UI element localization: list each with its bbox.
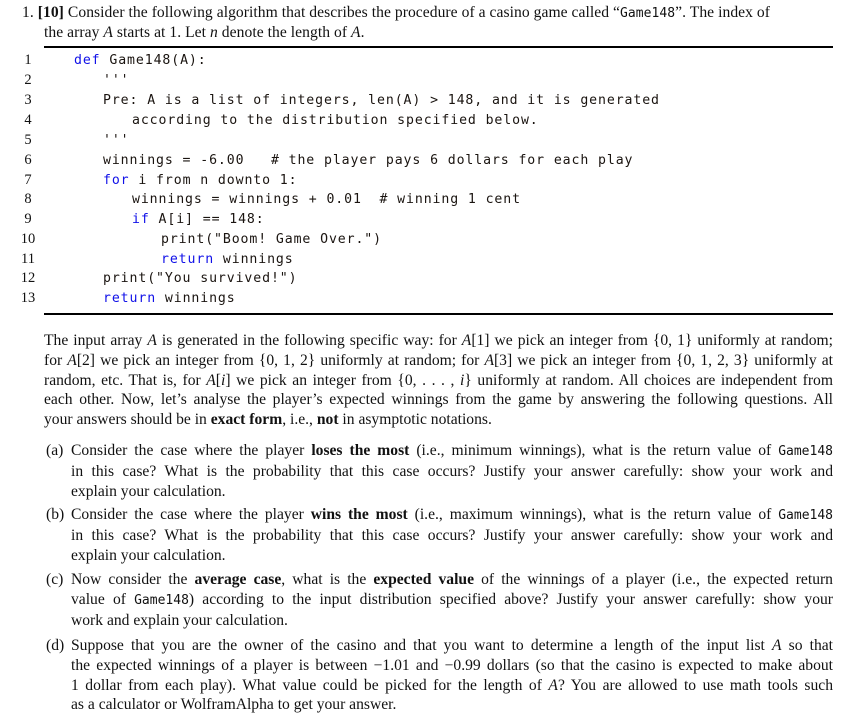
description-line: each other. Now, let’s analyse the playe… <box>44 391 833 409</box>
code-text: ''' <box>103 133 130 148</box>
code-text: winnings = -6.00 # the player pays 6 dol… <box>103 153 634 168</box>
sub-question-line: as a calculator or WolframAlpha to get y… <box>71 696 397 714</box>
code-line: return winnings <box>161 252 294 267</box>
sub-question-text: Now consider the average case, what is t… <box>71 570 833 630</box>
description-line: your answers should be in exact form, i.… <box>44 411 492 429</box>
code-text: according to the distribution specified … <box>132 113 539 128</box>
sub-question-line: work and explain your calculation. <box>71 611 288 629</box>
sub-question-text: Suppose that you are the owner of the ca… <box>71 636 833 715</box>
code-line: return winnings <box>103 291 236 306</box>
code-line-number: 10 <box>20 231 36 247</box>
sub-question-line: in this case? What is the probability th… <box>71 462 833 480</box>
code-keyword: for <box>103 173 130 188</box>
sub-question-line: Consider the case where the player wins … <box>71 506 834 523</box>
sub-question-label: (a) <box>46 442 64 459</box>
code-line: Pre: A is a list of integers, len(A) > 1… <box>103 93 660 108</box>
code-line: ''' <box>103 133 130 148</box>
code-line: def Game148(A): <box>74 53 207 68</box>
sub-question-label: (c) <box>46 571 64 588</box>
code-line: if A[i] == 148: <box>132 212 265 227</box>
code-line: ''' <box>103 73 130 88</box>
code-line-number: 6 <box>24 152 32 168</box>
sub-question-label: (d) <box>46 637 65 654</box>
code-keyword: return <box>161 252 215 267</box>
code-line-number: 4 <box>24 112 32 128</box>
sub-question-text: Consider the case where the player wins … <box>71 505 833 565</box>
description-line: The input array A is generated in the fo… <box>44 332 833 349</box>
code-line-number: 3 <box>24 92 32 108</box>
code-line-number: 12 <box>20 270 36 286</box>
sub-question-line: explain your calculation. <box>71 546 226 564</box>
sub-question-line: 1 dollar from each play). What value cou… <box>71 676 833 694</box>
code-line-number: 7 <box>24 172 32 188</box>
sub-question-line: value of Game148) according to the input… <box>71 590 833 608</box>
code-line-number: 1 <box>24 52 32 68</box>
question-intro-line-1: Consider the following algorithm that de… <box>67 4 771 21</box>
code-line: according to the distribution specified … <box>132 113 539 128</box>
sub-question-line: Suppose that you are the owner of the ca… <box>71 637 833 654</box>
code-line: for i from n downto 1: <box>103 173 297 188</box>
code-top-rule <box>44 46 833 48</box>
code-bottom-rule <box>44 313 833 315</box>
code-text: A[i] == 148: <box>149 212 265 227</box>
code-text: winnings <box>156 291 236 306</box>
question-header: 1. [10] Consider the following algorithm… <box>22 4 770 22</box>
sub-question-line: Consider the case where the player loses… <box>71 442 833 459</box>
code-text: winnings = winnings + 0.01 # winning 1 c… <box>132 192 521 207</box>
code-keyword: def <box>74 53 101 68</box>
code-line: winnings = -6.00 # the player pays 6 dol… <box>103 153 633 168</box>
code-line-number: 2 <box>24 72 32 88</box>
code-text: print("Boom! Game Over.") <box>161 232 382 247</box>
description-paragraph: The input array A is generated in the fo… <box>44 331 833 430</box>
code-line: print("Boom! Game Over.") <box>161 232 382 247</box>
sub-question-line: in this case? What is the probability th… <box>71 526 833 544</box>
description-line: for A[2] we pick an integer from {0, 1, … <box>44 351 833 369</box>
sub-question-line: explain your calculation. <box>71 482 226 500</box>
question-points: [10] <box>37 4 64 21</box>
question-intro-line-2: the array A starts at 1. Let n denote th… <box>44 24 365 41</box>
code-text: winnings <box>214 252 294 267</box>
code-text: Game148(A): <box>100 53 207 68</box>
sub-question-text: Consider the case where the player loses… <box>71 441 833 501</box>
question-number: 1. <box>22 4 34 21</box>
code-text: ''' <box>103 73 130 88</box>
description-line: random, etc. That is, for A[i] we pick a… <box>44 371 833 389</box>
code-line-number: 8 <box>24 191 32 207</box>
sub-question-line: the expected winnings of a player is bet… <box>71 656 833 674</box>
code-line-number: 13 <box>20 290 36 306</box>
sub-question-line: Now consider the average case, what is t… <box>71 571 833 588</box>
code-text: i from n downto 1: <box>129 173 298 188</box>
code-line: winnings = winnings + 0.01 # winning 1 c… <box>132 192 521 207</box>
sub-question-label: (b) <box>46 506 65 523</box>
code-text: print("You survived!") <box>103 271 298 286</box>
code-line-number: 11 <box>21 251 35 267</box>
code-line-number: 5 <box>24 132 32 148</box>
code-line: print("You survived!") <box>103 271 297 286</box>
code-line-number: 9 <box>24 211 32 227</box>
code-keyword: return <box>103 291 157 306</box>
code-text: Pre: A is a list of integers, len(A) > 1… <box>103 93 660 108</box>
code-keyword: if <box>132 212 150 227</box>
